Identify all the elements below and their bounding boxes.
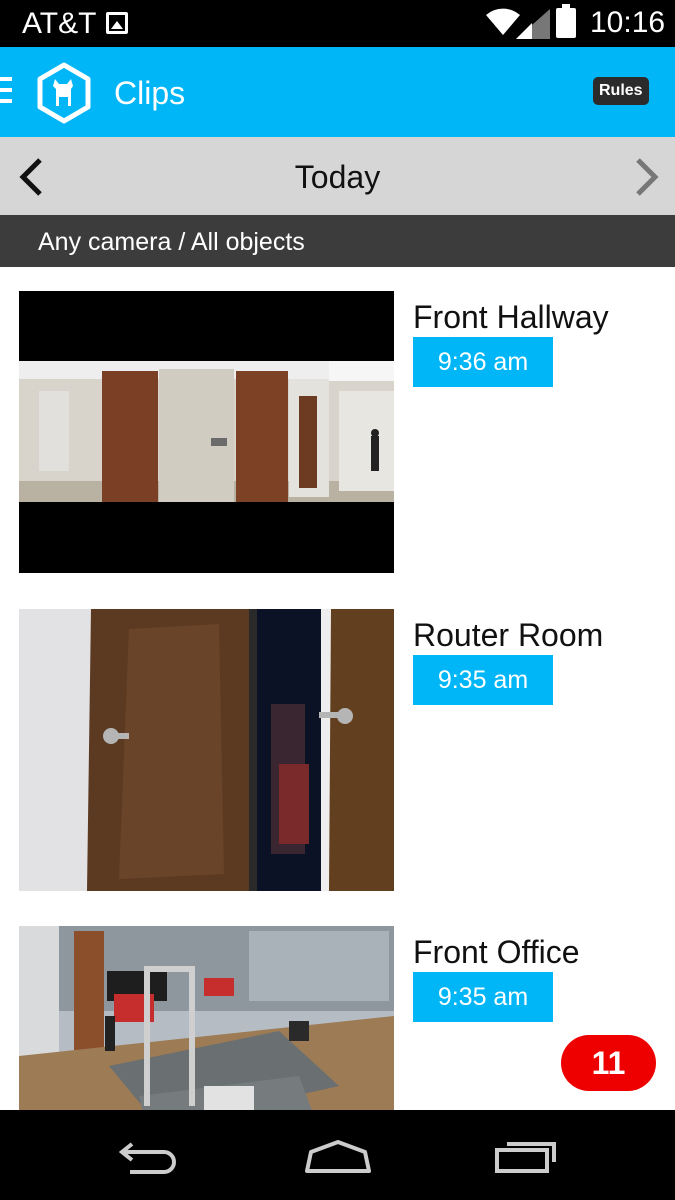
- clip-thumbnail[interactable]: [19, 609, 394, 891]
- dog-logo-icon[interactable]: [33, 62, 95, 124]
- rules-button[interactable]: Rules: [593, 77, 649, 105]
- clock: 10:16: [590, 6, 666, 39]
- date-label: Today: [294, 159, 381, 195]
- clip-time-button[interactable]: 9:35 am: [413, 655, 553, 705]
- camera-name: Front Hallway: [413, 299, 609, 335]
- carrier-label: AT&T: [22, 7, 97, 40]
- home-icon[interactable]: [303, 1138, 373, 1174]
- clip-list[interactable]: Front Hallway 9:36 am Router Room 9:35 a…: [0, 267, 675, 1110]
- chevron-right-icon[interactable]: [632, 157, 660, 197]
- date-navigation: Today: [0, 137, 675, 215]
- menu-icon[interactable]: [0, 77, 12, 103]
- system-nav-bar: [0, 1110, 675, 1200]
- recents-icon[interactable]: [494, 1136, 560, 1174]
- back-icon[interactable]: [118, 1138, 182, 1174]
- new-clips-badge[interactable]: 11: [561, 1035, 656, 1091]
- clip-time-button[interactable]: 9:36 am: [413, 337, 553, 387]
- camera-name: Front Office: [413, 934, 580, 970]
- page-title: Clips: [114, 75, 186, 111]
- camera-name: Router Room: [413, 617, 604, 653]
- screen: AT&T 10:16 Clips Rules Today Any camera …: [0, 0, 675, 1200]
- clip-thumbnail[interactable]: [19, 291, 394, 573]
- clip-thumbnail[interactable]: [19, 926, 394, 1110]
- battery-icon: [556, 4, 576, 38]
- clip-item[interactable]: Front Hallway 9:36 am: [0, 291, 675, 573]
- clip-item[interactable]: Router Room 9:35 am: [0, 609, 675, 891]
- gallery-icon: [106, 12, 128, 34]
- clip-time-button[interactable]: 9:35 am: [413, 972, 553, 1022]
- status-bar: AT&T 10:16: [0, 0, 675, 47]
- filter-bar[interactable]: Any camera / All objects: [0, 215, 675, 267]
- filter-label: Any camera / All objects: [38, 228, 305, 256]
- app-bar: Clips Rules: [0, 47, 675, 137]
- wifi-icon: [486, 8, 520, 35]
- signal-icon: [516, 9, 550, 39]
